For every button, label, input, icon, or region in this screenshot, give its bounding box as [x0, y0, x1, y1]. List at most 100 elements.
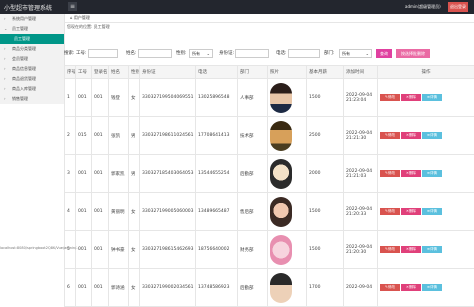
- cell-phone: 17708641413: [196, 117, 238, 155]
- added-text: 2022-09-04 21:23:04: [346, 93, 372, 103]
- cell-phone: 13544655254: [196, 155, 238, 193]
- edit-button[interactable]: ✎修改: [380, 94, 400, 101]
- sidebar-item-members[interactable]: ›会员管理: [0, 54, 64, 64]
- app-title: 小型超市管理系统: [4, 3, 52, 12]
- cell-index: 6: [65, 269, 76, 307]
- edit-button[interactable]: ✎修改: [380, 132, 400, 139]
- cell-salary: 2000: [307, 155, 344, 193]
- dept-select-value: 所有: [342, 51, 350, 56]
- added-text: 2022-09-04 21:21:30: [346, 131, 372, 141]
- table-row: 2 015 001 张凯 男 330327198611024561 177086…: [65, 117, 474, 155]
- edit-button[interactable]: ✎修改: [380, 284, 400, 291]
- cell-login: 001: [92, 117, 109, 155]
- cell-id-card: 330327185403064053: [140, 155, 196, 193]
- view-button[interactable]: ≡详情: [422, 246, 442, 253]
- chevron-right-icon: ›: [4, 84, 6, 94]
- edit-button[interactable]: ✎修改: [380, 170, 400, 177]
- view-button[interactable]: ≡详情: [422, 170, 442, 177]
- sidebar-item-label: 会员管理: [12, 56, 28, 61]
- added-text: 2022-09-04 21:20:33: [346, 207, 372, 217]
- view-button[interactable]: ≡详情: [422, 94, 442, 101]
- delete-button[interactable]: ✕删除: [401, 246, 421, 253]
- search-button[interactable]: 查询: [376, 49, 392, 58]
- delete-button[interactable]: ✕删除: [401, 170, 421, 177]
- tab-user-manage[interactable]: ⌂ 用户管理: [70, 15, 90, 21]
- cell-photo: [268, 231, 307, 269]
- header-job-no: 工号: [76, 66, 92, 79]
- cell-added: 2022-09-04 21:21:03: [344, 155, 378, 193]
- delete-button[interactable]: ✕删除: [401, 94, 421, 101]
- cell-job-no: 001: [76, 79, 92, 117]
- header-index: 序号: [65, 66, 76, 79]
- cell-added: 2022-09-04 21:20:30: [344, 231, 378, 269]
- sidebar-item-stock-in[interactable]: › 商品入库管理: [0, 84, 64, 94]
- phone-input[interactable]: [288, 49, 320, 58]
- view-button[interactable]: ≡详情: [422, 284, 442, 291]
- phone-label: 电话:: [276, 49, 287, 58]
- id-card-label: 身份证:: [219, 49, 234, 58]
- header-id-card: 身份证: [140, 66, 196, 79]
- edit-button[interactable]: ✎修改: [380, 208, 400, 215]
- cell-gender: 女: [129, 193, 140, 231]
- delete-button[interactable]: ✕删除: [401, 284, 421, 291]
- sidebar-item-products[interactable]: ›商品信息管理: [0, 64, 64, 74]
- chevron-down-icon: ⌄: [366, 50, 369, 58]
- main-content: ⌂ 用户管理 您现在的位置: 员工管理 搜索: 工号: 姓名: 性别: 所有⌄ …: [64, 14, 474, 253]
- cell-name: 张凯: [109, 117, 129, 155]
- sidebar-item-sales[interactable]: ›销售管理: [0, 94, 64, 104]
- edit-label: 修改: [388, 247, 395, 251]
- sidebar-item-returns[interactable]: ›商品退货管理: [0, 74, 64, 84]
- header-login: 登录名: [92, 66, 109, 79]
- cell-added: 2022-09-04 21:21:30: [344, 117, 378, 155]
- cell-phone: 13025896548: [196, 79, 238, 117]
- cell-added: 2022-09-04: [344, 269, 378, 307]
- cell-login: 001: [92, 269, 109, 307]
- sidebar-item-employees[interactable]: ⌄员工管理: [0, 24, 64, 34]
- sidebar-item-label: 员工管理: [14, 36, 30, 41]
- sidebar-item-label: 商品入库管理: [12, 86, 36, 91]
- cell-dept: 人事部: [238, 79, 268, 117]
- cell-ops: ✎修改✕删除≡详情: [378, 269, 474, 307]
- table-row: 3 001 001 郭家凯 男 330327185403064053 13544…: [65, 155, 474, 193]
- sidebar-item-system-users[interactable]: ›系统用户管理: [0, 14, 64, 24]
- dept-label: 部门:: [324, 49, 335, 58]
- home-icon: ⌂: [70, 15, 73, 20]
- header-ops: 操作: [378, 66, 474, 79]
- tab-label: 用户管理: [74, 15, 90, 20]
- delete-button[interactable]: ✕删除: [401, 132, 421, 139]
- logout-button[interactable]: 退出登录: [448, 2, 468, 12]
- employee-photo: [270, 121, 292, 151]
- top-bar: 小型超市管理系统 ≡ admin(超级管理员) 退出登录: [0, 0, 474, 14]
- dept-select[interactable]: 所有 ⌄: [339, 49, 372, 58]
- cell-index: 4: [65, 193, 76, 231]
- admin-info[interactable]: admin(超级管理员): [405, 4, 441, 10]
- id-card-input[interactable]: [235, 49, 269, 58]
- sidebar-subitem-employee-manage[interactable]: 员工管理: [0, 34, 64, 44]
- browser-status-bar: localhost:8080/springboot2Q8K/Vue/admin/…: [0, 246, 140, 250]
- view-label: 详情: [430, 247, 437, 251]
- sidebar-item-label: 员工管理: [12, 26, 28, 31]
- cell-dept: 后勤部: [238, 269, 268, 307]
- delete-button[interactable]: ✕删除: [401, 208, 421, 215]
- batch-delete-button[interactable]: 按选择批删除: [396, 49, 430, 58]
- gender-select[interactable]: 所有 ⌄: [189, 49, 213, 58]
- view-button[interactable]: ≡详情: [422, 208, 442, 215]
- view-button[interactable]: ≡详情: [422, 132, 442, 139]
- gender-select-value: 所有: [192, 51, 200, 56]
- edit-button[interactable]: ✎修改: [380, 246, 400, 253]
- delete-label: 删除: [409, 133, 416, 137]
- cell-name: 黄丽明: [109, 193, 129, 231]
- cell-name: 郭诗涵: [109, 269, 129, 307]
- job-no-input[interactable]: [88, 49, 118, 58]
- cell-added: 2022-09-04 21:20:33: [344, 193, 378, 231]
- job-no-label: 工号:: [76, 49, 87, 58]
- name-input[interactable]: [138, 49, 172, 58]
- cell-id-card: 330327198611024561: [140, 117, 196, 155]
- sidebar-item-category[interactable]: ›商品分类管理: [0, 44, 64, 54]
- gender-label: 性别:: [176, 49, 187, 58]
- delete-label: 删除: [409, 285, 416, 289]
- cell-photo: [268, 117, 307, 155]
- chevron-down-icon: ⌄: [207, 50, 210, 58]
- menu-toggle-icon[interactable]: ≡: [68, 2, 77, 11]
- chevron-right-icon: ›: [4, 64, 6, 74]
